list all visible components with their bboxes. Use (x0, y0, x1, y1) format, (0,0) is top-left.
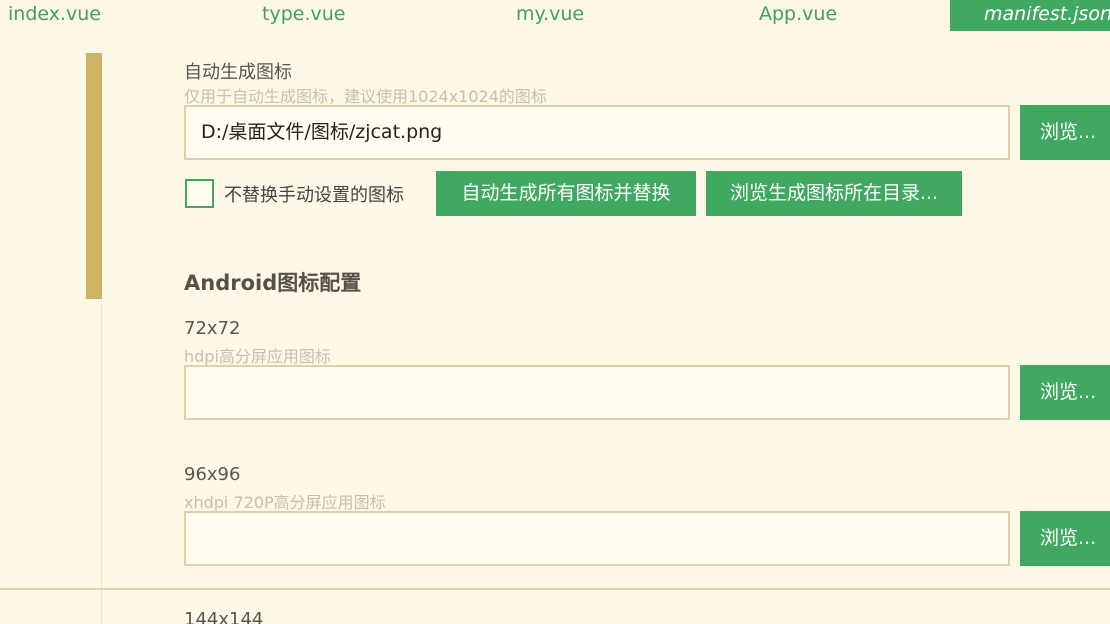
android-section-title: Android图标配置 (184, 271, 362, 295)
icon-96-hint: xhdpi 720P高分屏应用图标 (184, 493, 386, 512)
icon-72-browse-button[interactable]: 浏览... (1020, 365, 1110, 420)
tab-app-vue[interactable]: App.vue (759, 0, 837, 31)
generate-all-icons-button[interactable]: 自动生成所有图标并替换 (436, 171, 696, 216)
icon-96-browse-button[interactable]: 浏览... (1020, 511, 1110, 566)
icon-72-hint: hdpi高分屏应用图标 (184, 347, 331, 366)
no-replace-checkbox-label[interactable]: 不替换手动设置的图标 (224, 181, 404, 207)
icon-72-path-input[interactable] (184, 365, 1010, 420)
manifest-icon-settings: 自动生成图标 仅用于自动生成图标，建议使用1024x1024的图标 D:/桌面文… (0, 31, 1110, 624)
auto-icon-label: 自动生成图标 (184, 62, 292, 83)
bottom-divider (0, 588, 1110, 590)
icon-96-path-input[interactable] (184, 511, 1010, 566)
tab-index-vue[interactable]: index.vue (8, 0, 101, 31)
icon-144-label: 144x144 (184, 609, 264, 624)
scrollbar-thumb[interactable] (86, 53, 102, 299)
icon-96-label: 96x96 (184, 464, 241, 485)
auto-icon-hint: 仅用于自动生成图标，建议使用1024x1024的图标 (184, 87, 547, 106)
browse-output-dir-button[interactable]: 浏览生成图标所在目录... (706, 171, 962, 216)
auto-icon-path-input[interactable]: D:/桌面文件/图标/zjcat.png (184, 105, 1010, 160)
tab-type-vue[interactable]: type.vue (262, 0, 345, 31)
tab-manifest-json[interactable]: manifest.json (950, 0, 1110, 31)
no-replace-checkbox[interactable] (185, 179, 214, 208)
tab-my-vue[interactable]: my.vue (516, 0, 584, 31)
editor-tab-bar: index.vue type.vue my.vue App.vue manife… (0, 0, 1110, 31)
auto-icon-browse-button[interactable]: 浏览... (1020, 105, 1110, 160)
icon-72-label: 72x72 (184, 318, 241, 339)
